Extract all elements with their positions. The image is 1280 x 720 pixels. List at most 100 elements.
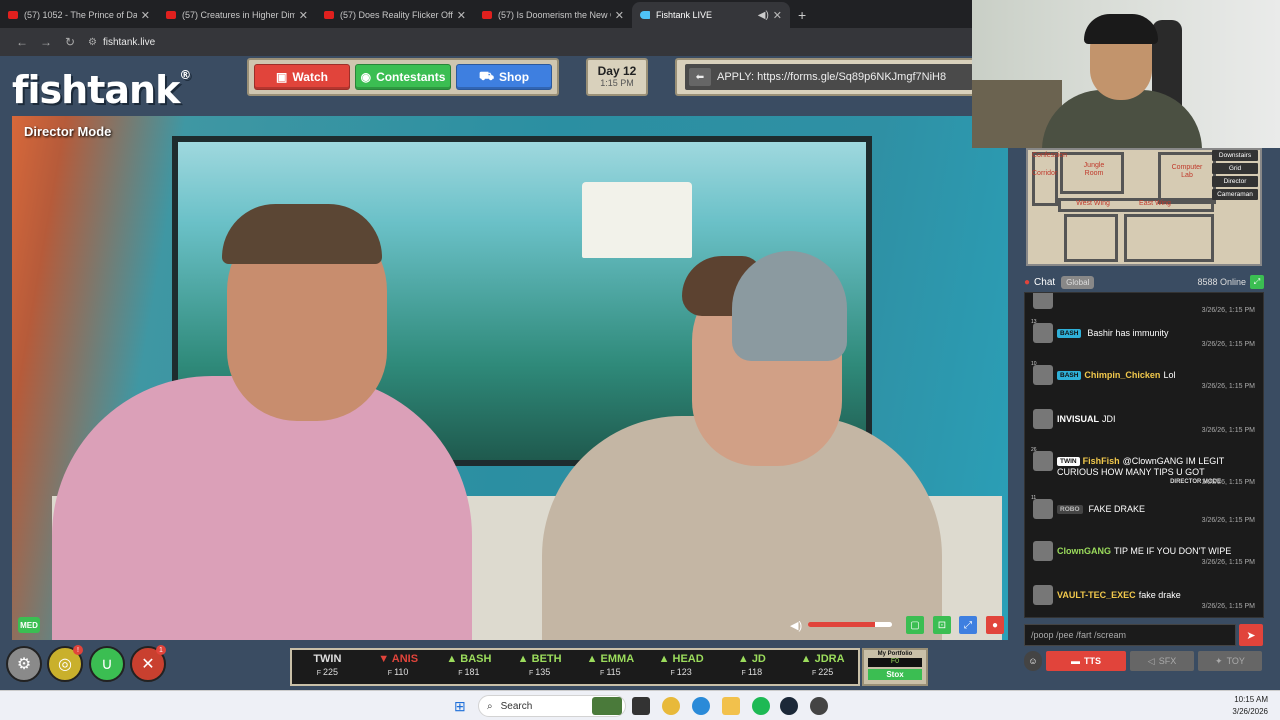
- chat-username[interactable]: INVISUAL: [1057, 414, 1099, 424]
- map-menu-downstairs[interactable]: Downstairs: [1212, 150, 1258, 161]
- map-menu-grid[interactable]: Grid: [1212, 163, 1258, 174]
- contestant-price: F 110: [387, 667, 409, 677]
- windows-start-icon[interactable]: ⊞: [454, 698, 466, 715]
- chrome-icon[interactable]: [662, 697, 680, 715]
- chat-username[interactable]: VAULT-TEC_EXEC: [1057, 590, 1136, 600]
- video-player[interactable]: [12, 116, 1008, 640]
- close-tab-icon[interactable]: ✕: [141, 9, 150, 22]
- chat-username[interactable]: ClownGANG: [1057, 546, 1111, 556]
- chat-timestamp: 3/26/26, 1:15 PM: [1201, 479, 1255, 486]
- contestant-name: ▲ BETH: [517, 653, 562, 665]
- avatar[interactable]: [1033, 451, 1053, 471]
- reload-icon[interactable]: ↻: [58, 35, 82, 49]
- avatar[interactable]: [1033, 323, 1053, 343]
- map-room[interactable]: [1032, 152, 1058, 206]
- map-menu: Downstairs Grid Director Cameraman: [1212, 150, 1258, 200]
- record-icon[interactable]: ●: [986, 616, 1004, 634]
- pip-icon[interactable]: ▢: [906, 616, 924, 634]
- edge-icon[interactable]: [692, 697, 710, 715]
- contestant-price: F 118: [741, 667, 763, 677]
- contestant-stock[interactable]: ▼ ANIS F 110: [363, 650, 434, 684]
- tools-button[interactable]: ✕ 1: [130, 645, 166, 682]
- tts-button[interactable]: ▬ TTS: [1046, 651, 1126, 671]
- contestant-name: ▲ BASH: [446, 653, 492, 665]
- map-menu-director[interactable]: Director: [1212, 176, 1258, 187]
- magnet-button[interactable]: ∪: [89, 646, 125, 682]
- widgets-icon[interactable]: [592, 697, 622, 715]
- spotify-icon[interactable]: [752, 697, 770, 715]
- contestant-stock[interactable]: ▲ HEAD F 123: [646, 650, 717, 684]
- url-text[interactable]: fishtank.live: [103, 37, 155, 48]
- chat-header: ● Chat Global 8588 Online ⤢: [1024, 272, 1264, 292]
- apply-banner-inner[interactable]: ⬅ APPLY: https://forms.gle/Sq89p6NKJmgf7…: [685, 64, 973, 90]
- fishtank-logo[interactable]: fishtank®: [12, 68, 191, 112]
- toy-button[interactable]: ✦ TOY: [1198, 651, 1262, 671]
- chat-username[interactable]: FishFish: [1083, 456, 1120, 466]
- settings-button[interactable]: ⚙: [6, 646, 42, 682]
- cast-icon[interactable]: ⊡: [933, 616, 951, 634]
- arrow-left-icon[interactable]: ⬅: [689, 68, 711, 86]
- avatar[interactable]: [1033, 499, 1053, 519]
- close-tab-icon[interactable]: ✕: [615, 9, 624, 22]
- new-tab-button[interactable]: +: [798, 2, 806, 28]
- avatar[interactable]: [1033, 365, 1053, 385]
- volume-slider[interactable]: [808, 622, 892, 627]
- obs-icon[interactable]: [810, 697, 828, 715]
- tools-icon: ✕: [141, 656, 155, 673]
- chat-line: ROBO FAKE DRAKE: [1057, 504, 1257, 515]
- chat-input[interactable]: /poop /pee /fart /scream: [1024, 624, 1236, 646]
- close-tab-icon[interactable]: ✕: [299, 9, 308, 22]
- house-map[interactable]: Confession Jungle Room Computer Lab Corr…: [1026, 148, 1262, 266]
- chat-messages[interactable]: 3/26/26, 1:15 PM 13 BASH Bashir has immunit…: [1024, 292, 1264, 618]
- contestant-stock[interactable]: TWIN F 225: [292, 650, 363, 684]
- map-menu-cameraman[interactable]: Cameraman: [1212, 189, 1258, 200]
- fullscreen-icon[interactable]: ⤢: [959, 616, 977, 634]
- steam-icon[interactable]: [780, 697, 798, 715]
- browser-tab[interactable]: (57) 1052 - The Prince of Darkness✕: [0, 2, 158, 28]
- system-clock[interactable]: 10:15 AM 3/26/2026: [1232, 694, 1268, 718]
- chat-username[interactable]: Chimpin_Chicken: [1084, 370, 1160, 380]
- browser-tab[interactable]: (57) Is Doomerism the New Green✕: [474, 2, 632, 28]
- map-room[interactable]: [1124, 214, 1214, 262]
- close-tab-icon[interactable]: ✕: [457, 9, 466, 22]
- stox-button[interactable]: Stox: [868, 669, 922, 680]
- apply-text[interactable]: APPLY: https://forms.gle/Sq89p6NKJmgf7Ni…: [717, 71, 946, 83]
- avatar[interactable]: [1033, 585, 1053, 605]
- forward-icon[interactable]: →: [34, 35, 58, 49]
- channel-selector[interactable]: Global: [1061, 275, 1095, 289]
- online-count: 8588 Online: [1197, 277, 1246, 287]
- browser-tab-active[interactable]: Fishtank LIVE ◀) ✕: [632, 2, 790, 28]
- expand-chat-icon[interactable]: ⤢: [1250, 275, 1264, 289]
- contestants-button[interactable]: ◉ Contestants: [355, 64, 451, 90]
- site-info-icon[interactable]: ⚙: [88, 37, 97, 48]
- send-button[interactable]: ➤: [1239, 624, 1263, 646]
- contestant-stock[interactable]: ▲ JD F 118: [717, 650, 788, 684]
- file-explorer-icon[interactable]: [722, 697, 740, 715]
- emoji-icon[interactable]: ☺: [1024, 651, 1042, 671]
- task-view-icon[interactable]: [632, 697, 650, 715]
- sfx-button[interactable]: ◁ SFX: [1130, 651, 1194, 671]
- map-room[interactable]: [1064, 214, 1118, 262]
- contestant-stock[interactable]: ▲ BASH F 181: [434, 650, 505, 684]
- contestant-stock[interactable]: ▲ BETH F 135: [504, 650, 575, 684]
- avatar[interactable]: [1033, 409, 1053, 429]
- close-tab-icon[interactable]: ✕: [773, 9, 782, 22]
- main-nav: ▣ Watch ◉ Contestants ⛟ Shop: [247, 58, 559, 96]
- map-label: Computer Lab: [1171, 164, 1203, 179]
- contestant-stock[interactable]: ▲ JDRA F 225: [787, 650, 858, 684]
- youtube-icon: [166, 11, 176, 19]
- chat-line: VAULT-TEC_EXEC fake drake: [1057, 590, 1257, 601]
- shop-button[interactable]: ⛟ Shop: [456, 64, 552, 90]
- avatar[interactable]: [1033, 541, 1053, 561]
- contestant-stock[interactable]: ▲ EMMA F 115: [575, 650, 646, 684]
- speaker-icon[interactable]: ◀): [758, 10, 769, 21]
- avatar[interactable]: [1033, 293, 1053, 309]
- volume-icon[interactable]: ◀): [790, 616, 802, 634]
- back-icon[interactable]: ←: [10, 35, 34, 49]
- browser-tab[interactable]: (57) Does Reality Flicker Off and On✕: [316, 2, 474, 28]
- quality-badge[interactable]: MED: [18, 617, 40, 633]
- coins-button[interactable]: ◎!: [47, 645, 83, 682]
- watch-button[interactable]: ▣ Watch: [254, 64, 350, 90]
- webcam-overlay: [972, 0, 1280, 148]
- browser-tab[interactable]: (57) Creatures in Higher Dimensions✕: [158, 2, 316, 28]
